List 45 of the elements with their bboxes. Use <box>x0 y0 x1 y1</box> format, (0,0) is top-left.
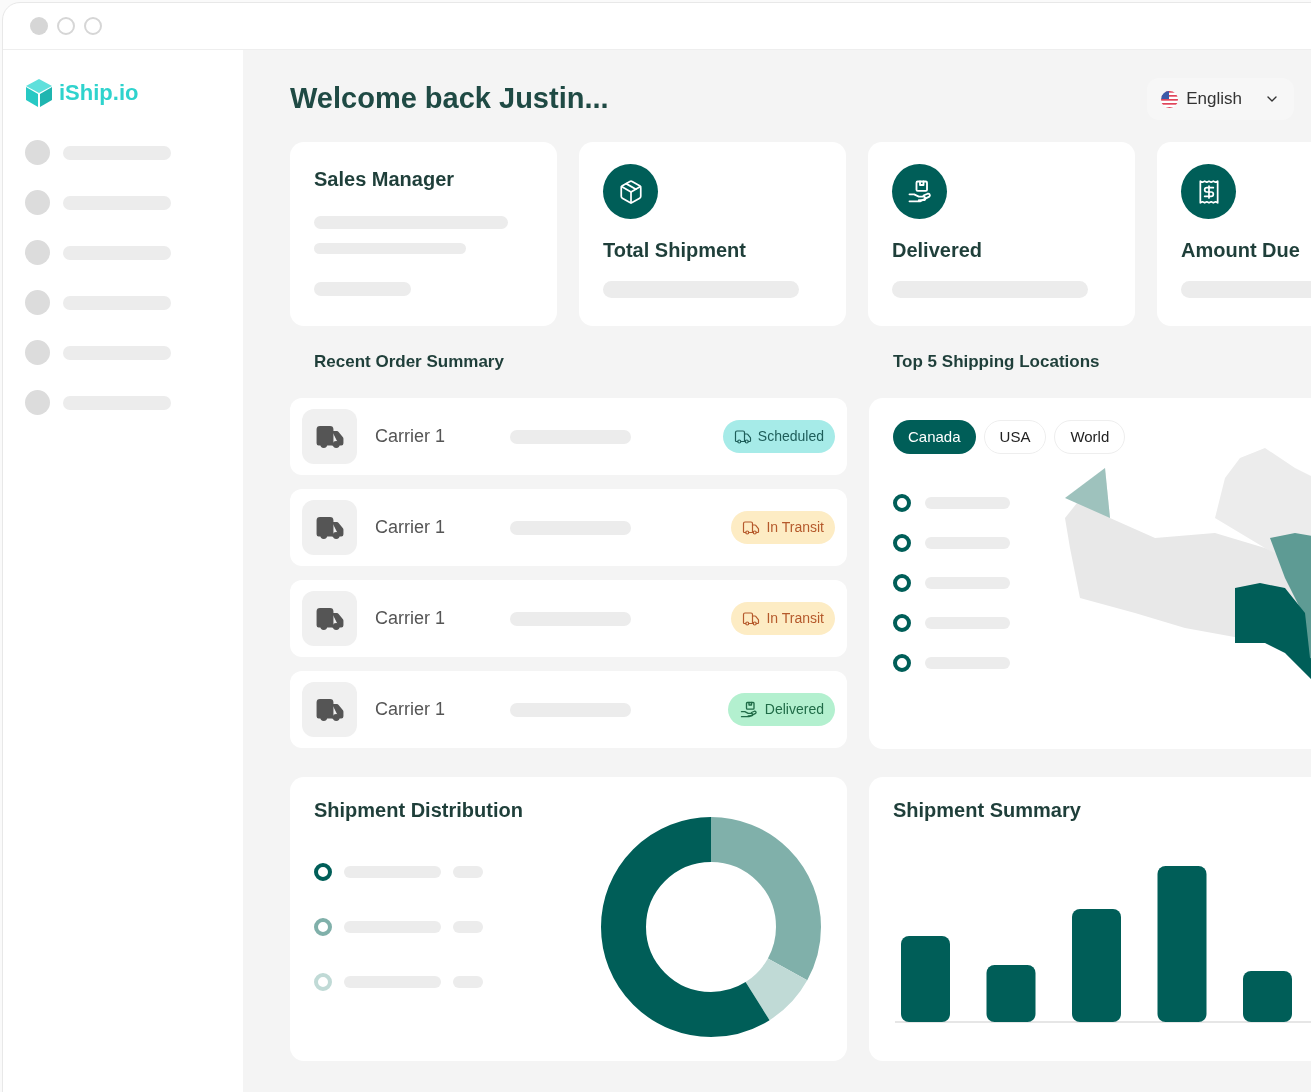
carrier-name: Carrier 1 <box>375 425 446 448</box>
hand-box-icon <box>738 699 759 720</box>
order-row[interactable]: Carrier 1 In Transit <box>290 580 847 657</box>
card-title: Delivered <box>892 238 984 263</box>
flag-icon <box>1161 90 1179 108</box>
brand-name: iShip.io <box>59 79 139 107</box>
status-badge: Delivered <box>727 693 835 726</box>
legend-ring <box>893 574 911 592</box>
carrier-name: Carrier 1 <box>375 698 446 721</box>
placeholder-avatar <box>25 240 50 265</box>
legend-ring <box>893 614 911 632</box>
card-title: Sales Manager <box>314 167 456 192</box>
carrier-name: Carrier 1 <box>375 607 446 630</box>
location-tab[interactable]: World <box>1054 420 1126 454</box>
chart-bar <box>986 965 1036 1022</box>
card-title: Shipment Summary <box>893 798 1082 823</box>
placeholder-avatar <box>25 140 50 165</box>
placeholder-avatar <box>25 390 50 415</box>
placeholder-avatar <box>25 190 50 215</box>
legend-ring <box>893 534 911 552</box>
order-row[interactable]: Carrier 1 Delivered <box>290 671 847 748</box>
legend-ring <box>893 654 911 672</box>
section-title: Recent Order Summary <box>313 351 505 374</box>
status-badge: In Transit <box>731 602 835 635</box>
cube-logo-icon <box>25 77 53 108</box>
order-row[interactable]: Carrier 1 In Transit <box>290 489 847 566</box>
location-tab[interactable]: Canada <box>893 420 976 454</box>
chart-bar <box>1243 971 1292 1022</box>
card-title: Total Shipment <box>603 238 747 263</box>
status-badge: In Transit <box>731 511 835 544</box>
truck-icon <box>742 518 761 537</box>
card-title: Shipment Distribution <box>314 798 523 823</box>
page-title: Welcome back Justin... <box>290 81 609 117</box>
placeholder-avatar <box>25 340 50 365</box>
order-row[interactable]: Carrier 1 Scheduled <box>290 398 847 475</box>
carrier-name: Carrier 1 <box>375 516 446 539</box>
card-title: Amount Due <box>1181 238 1301 263</box>
legend-ring <box>893 494 911 512</box>
truck-icon <box>733 427 752 446</box>
location-tab[interactable]: USA <box>983 420 1047 454</box>
truck-icon <box>742 609 761 628</box>
placeholder-avatar <box>25 290 50 315</box>
box-icon <box>617 178 644 205</box>
status-badge: Scheduled <box>722 420 835 453</box>
section-title: Top 5 Shipping Locations <box>892 351 1101 374</box>
